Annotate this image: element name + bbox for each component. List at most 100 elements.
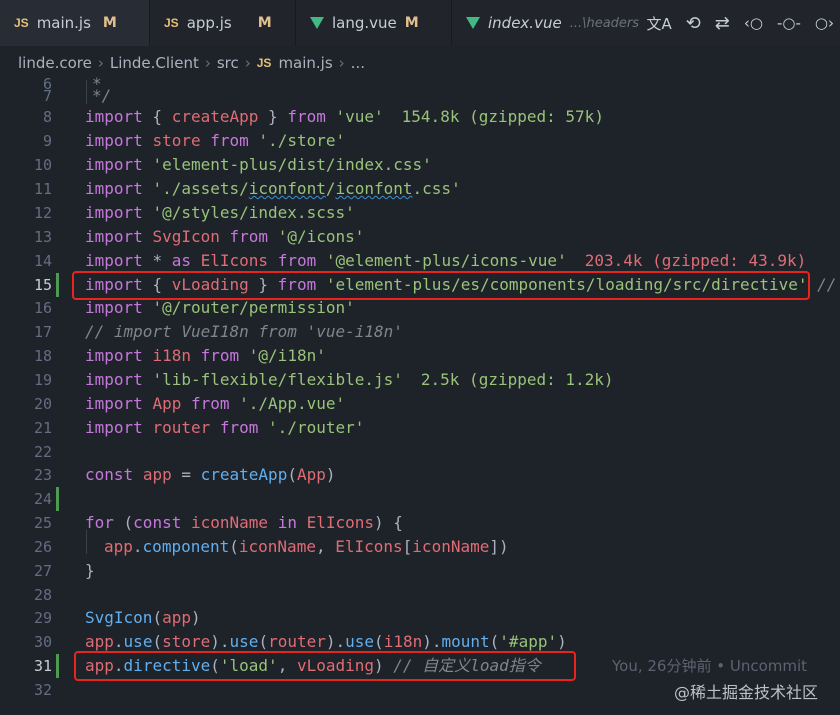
translate-icon[interactable]: 文A	[646, 13, 671, 34]
line-number: 9	[42, 132, 52, 150]
code-text: import i18n from '@/i18n'	[85, 346, 326, 365]
code-line: 23 const app = createApp(App)	[0, 463, 840, 487]
code-text: SvgIcon(app)	[85, 608, 201, 627]
line-number: 20	[33, 395, 52, 413]
breadcrumb-item[interactable]: src	[217, 54, 239, 72]
code-line: 8 import { createApp } from 'vue' 154.8k …	[0, 105, 840, 129]
chevron-right-icon: ›	[204, 54, 211, 72]
code-line: 24	[0, 487, 840, 511]
code-line: 28	[0, 583, 840, 607]
code-line: 9 import store from './store'	[0, 129, 840, 153]
commit-prev-icon[interactable]: ‹○	[744, 14, 763, 32]
highlight-box-vloading-import	[72, 271, 810, 300]
line-number: 16	[33, 299, 52, 317]
line-number: 26	[33, 538, 52, 556]
code-line: 10 import 'element-plus/dist/index.css'	[0, 153, 840, 177]
line-number: 24	[33, 490, 52, 508]
tab-label: app.js	[186, 14, 232, 32]
code-line: 19 import 'lib-flexible/flexible.js' 2.5k…	[0, 368, 840, 392]
line-number: 31	[33, 657, 52, 675]
code-text: import * as ElIcons from '@element-plus/…	[85, 251, 807, 270]
code-text: for (const iconName in ElIcons) {	[85, 513, 403, 532]
line-number: 15	[33, 276, 52, 294]
js-file-icon: JS	[164, 16, 179, 30]
modified-badge: M	[257, 15, 272, 31]
commit-next-icon[interactable]: ○›	[815, 14, 834, 32]
code-line: 25 for (const iconName in ElIcons) {	[0, 511, 840, 535]
code-text: app.component(iconName, ElIcons[iconName…	[104, 537, 509, 556]
history-icon[interactable]: ⟲	[686, 13, 701, 34]
line-number: 28	[33, 586, 52, 604]
code-editor[interactable]: 6 * 7 */ 8 import { createApp } from 'vu…	[0, 74, 840, 715]
tab-label: main.js	[36, 14, 91, 32]
breadcrumb-item[interactable]: linde.core	[18, 54, 92, 72]
code-text: import SvgIcon from '@/icons'	[85, 227, 365, 246]
line-number: 12	[33, 204, 52, 222]
line-number: 21	[33, 419, 52, 437]
code-line: 29 SvgIcon(app)	[0, 606, 840, 630]
line-number: 18	[33, 347, 52, 365]
editor-actions: 文A ⟲ ⇄ ‹○ -○- ○›	[646, 0, 840, 46]
line-number: 14	[33, 252, 52, 270]
tab-label: lang.vue	[332, 14, 397, 32]
line-number: 10	[33, 156, 52, 174]
chevron-right-icon: ›	[244, 54, 251, 72]
code-text: }	[85, 561, 95, 580]
modified-badge: M	[404, 15, 419, 31]
code-line: 18 import i18n from '@/i18n'	[0, 344, 840, 368]
code-line: 20 import App from './App.vue'	[0, 392, 840, 416]
code-text: // import VueI18n from 'vue-i18n'	[85, 322, 403, 341]
tab-lang-vue[interactable]: lang.vue M	[296, 0, 452, 46]
line-number: 27	[33, 562, 52, 580]
chevron-right-icon: ›	[338, 54, 345, 72]
code-text: const app = createApp(App)	[85, 465, 336, 484]
line-number: 13	[33, 228, 52, 246]
tab-index-vue[interactable]: index.vue ...\headers	[452, 0, 642, 46]
commit-icon[interactable]: -○-	[777, 14, 801, 32]
code-line: 14 import * as ElIcons from '@element-pl…	[0, 249, 840, 273]
code-text: import App from './App.vue'	[85, 394, 346, 413]
modified-badge: M	[102, 15, 117, 31]
git-added-marker	[56, 654, 59, 678]
code-text: import store from './store'	[85, 131, 346, 150]
vue-file-icon	[310, 17, 324, 29]
chevron-right-icon: ›	[97, 54, 104, 72]
code-line: 22	[0, 440, 840, 464]
line-number: 19	[33, 371, 52, 389]
tab-app-js[interactable]: JS app.js M	[150, 0, 296, 46]
code-text: import router from './router'	[85, 418, 365, 437]
git-added-marker	[56, 487, 59, 511]
js-file-icon: JS	[14, 16, 29, 30]
line-number: 32	[33, 681, 52, 699]
code-text: import 'element-plus/dist/index.css'	[85, 155, 432, 174]
line-number: 22	[33, 443, 52, 461]
line-number: 11	[33, 180, 52, 198]
git-added-marker	[56, 273, 59, 297]
line-number: 29	[33, 609, 52, 627]
code-text: import '@/styles/index.scss'	[85, 203, 355, 222]
highlight-box-directive-call	[74, 651, 576, 681]
line-number: 17	[33, 323, 52, 341]
import-cost: 203.4k (gzipped: 43.9k)	[584, 251, 807, 270]
compare-icon[interactable]: ⇄	[715, 13, 730, 34]
code-line: 26 app.component(iconName, ElIcons[iconN…	[0, 535, 840, 559]
code-text: import 'lib-flexible/flexible.js' 2.5k (g…	[85, 370, 614, 389]
breadcrumb-item[interactable]: ...	[351, 54, 365, 72]
line-number: 23	[33, 466, 52, 484]
code-line: 27 }	[0, 559, 840, 583]
git-blame-annotation: You, 26分钟前 • Uncommit	[612, 657, 808, 675]
import-cost: 154.8k (gzipped: 57k)	[401, 107, 604, 126]
tab-main-js[interactable]: JS main.js M	[0, 0, 150, 46]
code-line: 12 import '@/styles/index.scss'	[0, 201, 840, 225]
import-cost: 2.5k (gzipped: 1.2k)	[420, 370, 614, 389]
breadcrumb-item[interactable]: main.js	[278, 54, 332, 72]
watermark: @稀土掘金技术社区	[673, 683, 818, 702]
vue-file-icon	[466, 17, 480, 29]
breadcrumb-item[interactable]: Linde.Client	[110, 54, 199, 72]
tab-path: ...\headers	[569, 15, 640, 31]
code-line: 17 // import VueI18n from 'vue-i18n'	[0, 320, 840, 344]
code-text: import './assets/iconfont/iconfont.css'	[85, 179, 461, 198]
line-number: 30	[33, 633, 52, 651]
js-file-icon: JS	[256, 56, 272, 70]
code-line: 11 import './assets/iconfont/iconfont.cs…	[0, 177, 840, 201]
